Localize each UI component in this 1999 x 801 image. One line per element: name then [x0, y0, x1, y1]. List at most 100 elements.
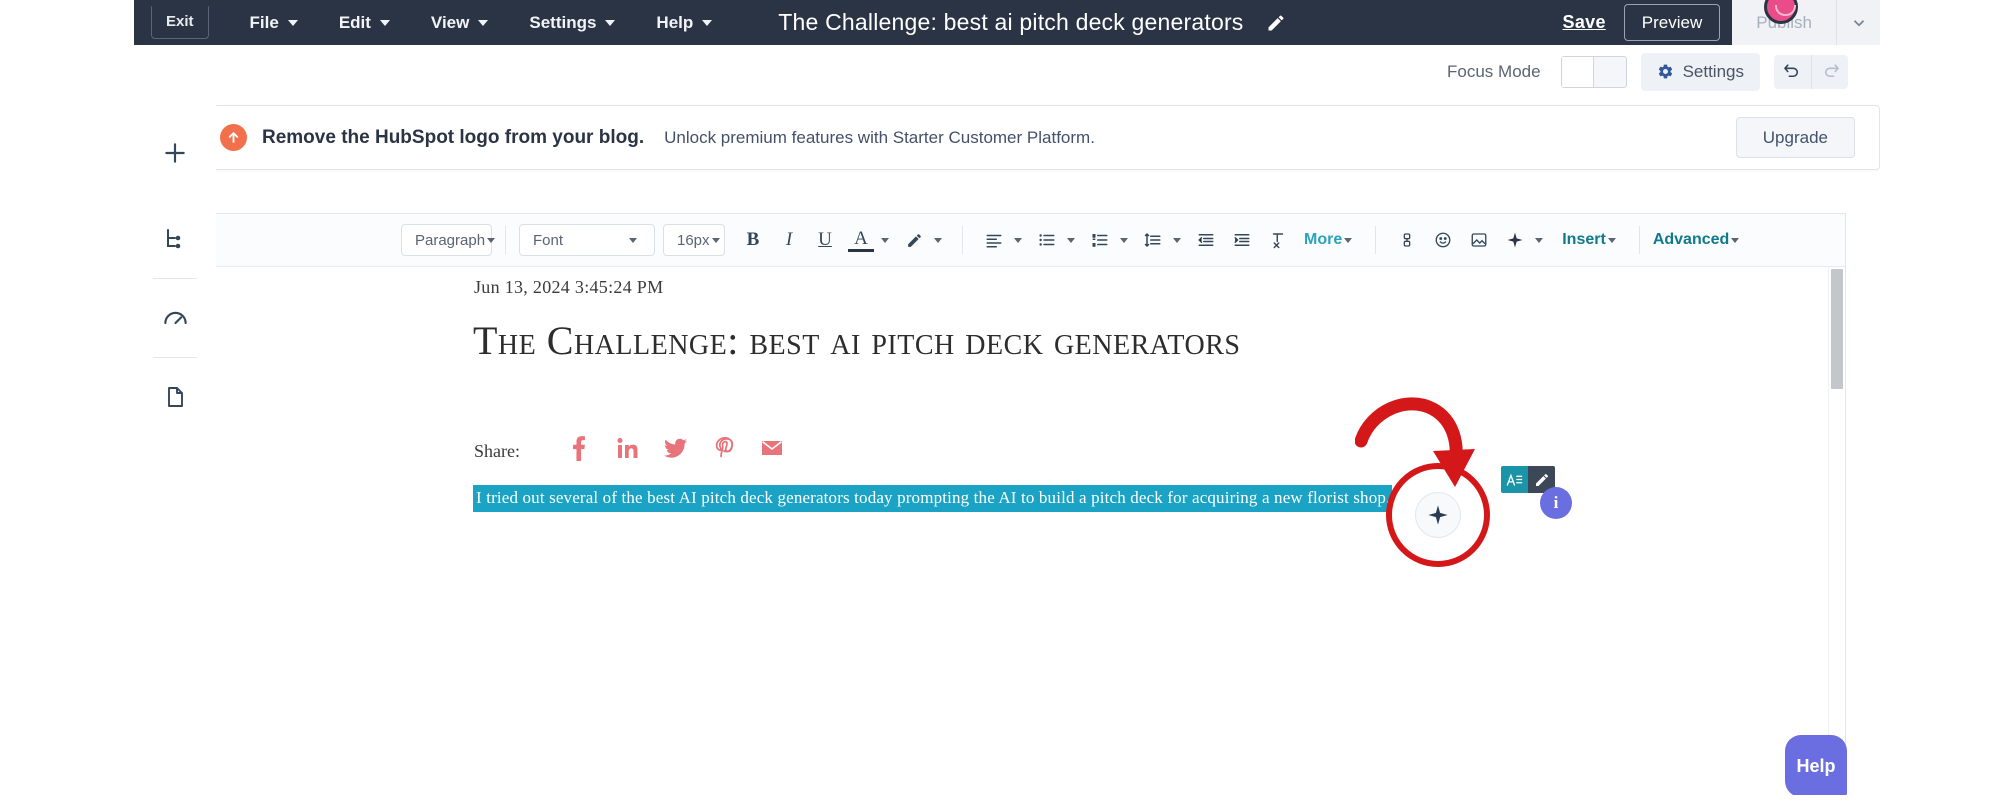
editor-vertical-scrollbar[interactable]	[1828, 267, 1845, 801]
line-height-button[interactable]	[1140, 227, 1166, 253]
editor-canvas[interactable]: Jun 13, 2024 3:45:24 PM The Challenge: b…	[216, 267, 1845, 801]
banner-subtext: Unlock premium features with Starter Cus…	[664, 127, 1095, 147]
editor-toolbar: Paragraph Font 16px B I U A More Insert …	[216, 214, 1845, 267]
bold-button[interactable]: B	[740, 227, 766, 253]
gear-icon	[1658, 64, 1672, 79]
chevron-down-icon[interactable]	[934, 237, 942, 243]
selected-paragraph[interactable]: I tried out several of the best AI pitch…	[473, 485, 1393, 512]
increase-indent-icon	[1234, 234, 1250, 246]
chevron-down-icon[interactable]	[1173, 237, 1181, 243]
pinterest-icon[interactable]	[700, 436, 748, 467]
chevron-down-icon	[629, 237, 637, 243]
font-size-value: 16px	[677, 231, 710, 249]
save-button[interactable]: Save	[1563, 12, 1606, 33]
paragraph-style-value: Paragraph	[415, 231, 486, 249]
emoji-button[interactable]	[1430, 227, 1456, 253]
advanced-button[interactable]: Advanced	[1653, 231, 1729, 249]
underline-button[interactable]: U	[812, 227, 838, 253]
chevron-down-icon[interactable]	[1014, 237, 1022, 243]
settings-button-label: Settings	[1682, 61, 1744, 81]
banner-headline: Remove the HubSpot logo from your blog.	[262, 126, 645, 148]
sidebar-divider	[153, 278, 197, 279]
help-button[interactable]: Help	[1785, 735, 1847, 797]
menu-file[interactable]: File	[250, 14, 298, 31]
email-icon[interactable]	[748, 436, 796, 467]
more-button[interactable]: More	[1304, 231, 1342, 249]
menu-view[interactable]: View	[431, 14, 489, 31]
font-family-select[interactable]: Font	[519, 224, 655, 256]
settings-button[interactable]: Settings	[1640, 52, 1760, 91]
focus-mode-label: Focus Mode	[1447, 61, 1541, 81]
redo-button[interactable]	[1811, 54, 1848, 89]
toolbar-divider	[1638, 226, 1640, 254]
anchor-button[interactable]	[1394, 227, 1420, 253]
optimize-gauge-icon	[163, 311, 187, 324]
insert-button[interactable]: Insert	[1562, 231, 1606, 249]
ai-assistant-sparkle-button[interactable]	[1415, 492, 1461, 538]
italic-button[interactable]: I	[776, 227, 802, 253]
publish-dropdown-button[interactable]	[1836, 0, 1880, 45]
chevron-down-icon	[287, 19, 298, 26]
numbered-list-button[interactable]	[1087, 227, 1113, 253]
insert-image-button[interactable]	[1466, 227, 1492, 253]
preview-button[interactable]: Preview	[1623, 4, 1721, 41]
align-left-icon	[986, 234, 1002, 248]
menu-help-label: Help	[656, 13, 694, 32]
highlight-color-button[interactable]	[901, 227, 927, 253]
chevron-down-icon[interactable]	[881, 237, 889, 243]
line-spacing-icon	[1144, 232, 1161, 248]
paragraph-style-select[interactable]: Paragraph	[401, 224, 496, 256]
text-styles-icon[interactable]	[1501, 466, 1528, 493]
linkedin-icon[interactable]	[604, 436, 652, 467]
hubspot-sprocket-up-arrow-icon	[220, 124, 247, 151]
sidebar-item-optimize[interactable]	[134, 287, 216, 349]
ai-assistant-button[interactable]	[1502, 227, 1528, 253]
exit-button[interactable]: Exit	[151, 6, 209, 39]
sidebar-item-add[interactable]	[134, 122, 216, 184]
twitter-icon[interactable]	[652, 436, 700, 467]
indent-button[interactable]	[1229, 227, 1255, 253]
chevron-down-icon[interactable]	[1120, 237, 1128, 243]
menu-edit[interactable]: Edit	[339, 14, 390, 31]
menu-settings-label: Settings	[529, 13, 597, 32]
text-color-button[interactable]: A	[848, 228, 874, 252]
upgrade-button[interactable]: Upgrade	[1735, 117, 1855, 158]
scrollbar-thumb[interactable]	[1831, 269, 1843, 389]
marker-pen-icon	[907, 233, 921, 247]
outdent-button[interactable]	[1193, 227, 1219, 253]
undo-button[interactable]	[1774, 54, 1811, 89]
sidebar-divider	[153, 357, 197, 358]
clear-formatting-button[interactable]	[1265, 227, 1291, 253]
topbar-actions: Save Preview Publish	[1563, 0, 1880, 45]
chevron-down-icon[interactable]	[1535, 237, 1544, 243]
chevron-down-icon[interactable]	[1344, 237, 1353, 243]
rich-text-editor: Paragraph Font 16px B I U A More Insert …	[215, 213, 1846, 801]
chevron-down-icon[interactable]	[1067, 237, 1075, 243]
info-badge[interactable]: i	[1540, 487, 1572, 519]
menu-settings[interactable]: Settings	[529, 13, 616, 32]
left-page-gutter	[0, 0, 134, 801]
bulleted-list-icon	[1039, 234, 1055, 246]
toolbar-divider	[1375, 226, 1377, 254]
menu-help[interactable]: Help	[656, 13, 713, 32]
menu-edit-label: Edit	[338, 13, 371, 32]
font-size-select[interactable]: 16px	[663, 224, 725, 256]
post-date: Jun 13, 2024 3:45:24 PM	[474, 277, 664, 297]
anchor-link-icon	[1403, 233, 1411, 247]
bottom-strip	[0, 795, 1999, 801]
add-module-icon	[165, 143, 185, 163]
undo-arrow-icon	[1784, 64, 1799, 78]
bulleted-list-button[interactable]	[1034, 227, 1060, 253]
chevron-down-icon[interactable]	[1607, 237, 1616, 243]
focus-mode-toggle[interactable]	[1560, 55, 1627, 88]
sidebar-item-document[interactable]	[134, 366, 216, 428]
post-title-heading[interactable]: The Challenge: best ai pitch deck genera…	[473, 317, 1473, 364]
sidebar-item-content-tree[interactable]	[134, 208, 216, 270]
edit-title-pencil-icon[interactable]	[1266, 13, 1286, 33]
numbered-list-icon	[1092, 234, 1108, 247]
menu-file-label: File	[249, 13, 279, 32]
chevron-down-icon[interactable]	[1731, 237, 1740, 243]
facebook-icon[interactable]	[556, 435, 604, 468]
share-label: Share:	[474, 441, 520, 461]
align-button[interactable]	[981, 227, 1007, 253]
